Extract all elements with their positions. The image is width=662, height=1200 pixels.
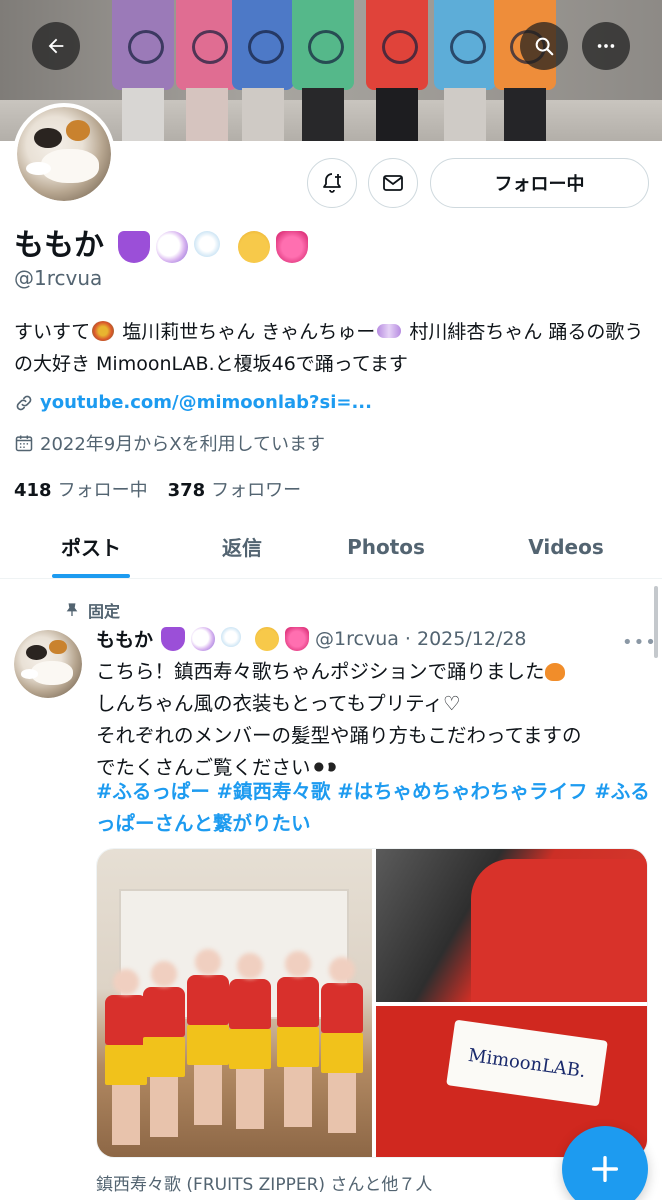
- calendar-icon: [15, 435, 33, 452]
- pinned-indicator: 固定: [64, 598, 120, 622]
- envelope-icon: [383, 175, 403, 191]
- followers-stat[interactable]: 378 フォロワー: [168, 476, 302, 502]
- message-button[interactable]: [368, 158, 418, 208]
- pinned-label: 固定: [88, 602, 121, 621]
- banner-person: [112, 0, 174, 141]
- unicorn-icon: [191, 626, 216, 651]
- back-button[interactable]: [32, 22, 80, 70]
- bio-text-2: 塩川莉世ちゃん きゃんちゅー: [116, 321, 376, 343]
- tab-posts[interactable]: ポスト: [0, 515, 182, 578]
- bouquet-icon: [92, 321, 115, 341]
- banner-person: [366, 0, 428, 141]
- dancer: [143, 961, 185, 1137]
- bio-text-1: すいすて: [14, 321, 91, 343]
- profile-bio: すいすて 塩川莉世ちゃん きゃんちゅー 村川緋杏ちゃん 踊るの歌うの大好き Mi…: [14, 316, 644, 380]
- display-name: ももか: [14, 220, 309, 264]
- smiling-cat-icon: [238, 230, 271, 263]
- joined-text: 2022年9月からXを利用しています: [40, 434, 326, 455]
- bell-plus-icon: [323, 173, 341, 193]
- cat-photo: [14, 630, 82, 698]
- purple-heart-icon: [161, 626, 186, 651]
- display-name-text: ももか: [14, 228, 104, 263]
- post-text: こちら！鎮西寿々歌ちゃんポジションで踊りました しんちゃん風の衣装もとってもプリ…: [96, 656, 652, 784]
- post-header: ももか @1rcvua · 2025/12/28: [96, 625, 527, 652]
- search-icon: [535, 37, 554, 56]
- tab-videos[interactable]: Videos: [470, 515, 662, 578]
- dancer: [277, 951, 319, 1127]
- profile-handle: @1rcvua: [14, 266, 103, 290]
- following-label: フォロー中: [57, 480, 148, 501]
- pin-icon: [66, 603, 78, 616]
- eyes-icon: [310, 759, 339, 775]
- sparkling-heart-icon: [285, 626, 310, 651]
- banner-person: [292, 0, 354, 141]
- post-media-grid[interactable]: MimoonLAB.: [96, 848, 648, 1158]
- dancer: [321, 957, 363, 1133]
- unicorn-icon: [156, 230, 189, 263]
- dancer: [187, 949, 229, 1125]
- dancer: [105, 969, 147, 1145]
- plus-icon: [591, 1155, 619, 1183]
- post-more-icon[interactable]: •••: [622, 632, 657, 653]
- arrow-left-icon: [48, 38, 64, 54]
- followers-count: 378: [167, 480, 206, 501]
- notifications-button[interactable]: [307, 158, 357, 208]
- post-hashtags[interactable]: #ふるっぱー #鎮西寿々歌 #はちゃめちゃわちゃライフ #ふるっぱーさんと繋がり…: [96, 776, 652, 840]
- sparkling-heart-icon: [276, 230, 309, 263]
- post-author-name[interactable]: ももか: [96, 625, 153, 652]
- bubbles-icon: [194, 230, 221, 257]
- profile-link[interactable]: youtube.com/@mimoonlab?si=...: [14, 392, 372, 413]
- dancer: [229, 953, 271, 1129]
- banner-person: [232, 0, 294, 141]
- banner-person: [434, 0, 496, 141]
- following-stat[interactable]: 418 フォロー中: [14, 476, 148, 502]
- media-photo-red-shirt[interactable]: [376, 849, 647, 1002]
- search-button[interactable]: [520, 22, 568, 70]
- mimoonlab-patch: MimoonLAB.: [446, 1019, 608, 1107]
- follow-stats: 418 フォロー中 378 フォロワー: [14, 476, 301, 502]
- orange-heart-icon: [544, 663, 565, 681]
- purple-heart-icon: [118, 230, 151, 263]
- more-button[interactable]: [582, 22, 630, 70]
- post-handle-date[interactable]: @1rcvua · 2025/12/28: [315, 628, 527, 650]
- red-shirt: [471, 859, 647, 1002]
- name-emojis: [118, 230, 309, 263]
- banner-person: [176, 0, 238, 141]
- patch-text: MimoonLAB.: [466, 1044, 588, 1082]
- cat-photo: [17, 107, 111, 201]
- tagged-users[interactable]: 鎮西寿々歌 (FRUITS ZIPPER) さんと他７人: [96, 1170, 432, 1195]
- smiling-cat-icon: [255, 626, 280, 651]
- post-line-1: こちら！鎮西寿々歌ちゃんポジションで踊りました: [96, 660, 545, 683]
- more-horizontal-icon: [597, 44, 615, 48]
- profile-avatar[interactable]: [13, 103, 115, 205]
- followers-label: フォロワー: [211, 480, 302, 501]
- author-emojis: [161, 626, 310, 651]
- following-button[interactable]: フォロー中: [430, 158, 649, 208]
- post-line-3: それぞれのメンバーの髪型や踊り方もこだわってますの: [96, 724, 582, 747]
- profile-link-text[interactable]: youtube.com/@mimoonlab?si=...: [40, 392, 372, 413]
- post-author-avatar[interactable]: [14, 630, 82, 698]
- following-count: 418: [14, 480, 52, 501]
- candy-icon: [377, 324, 402, 338]
- banner-person: [494, 0, 556, 141]
- joined-date: 2022年9月からXを利用しています: [14, 430, 325, 456]
- tab-replies[interactable]: 返信: [182, 515, 302, 578]
- tab-photos[interactable]: Photos: [302, 515, 470, 578]
- post-line-2: しんちゃん風の衣装もとってもプリティ♡: [96, 692, 461, 715]
- profile-tabs: ポスト 返信 Photos Videos: [0, 515, 662, 579]
- link-icon: [16, 395, 32, 410]
- bubbles-icon: [221, 626, 242, 647]
- media-photo-dancers[interactable]: [97, 849, 372, 1157]
